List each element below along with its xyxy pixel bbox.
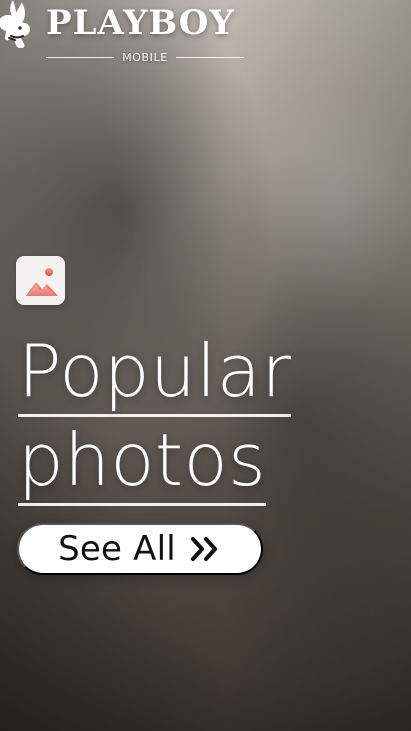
brand-subtitle-right-line bbox=[175, 56, 244, 58]
brand-subtitle: MOBILE bbox=[46, 50, 244, 64]
hero-heading: Popular photos bbox=[18, 328, 348, 506]
section-image-icon-tile bbox=[16, 256, 65, 305]
see-all-button[interactable]: See All bbox=[17, 523, 263, 575]
see-all-label: See All bbox=[58, 529, 176, 569]
double-chevron-right-icon bbox=[188, 535, 222, 563]
brand-subtitle-left-line bbox=[46, 56, 115, 58]
image-gallery-icon bbox=[17, 257, 64, 304]
playboy-bunny-logo-icon bbox=[0, 0, 40, 54]
brand-wordmark: PLAYBOY bbox=[46, 3, 235, 43]
hero-heading-line-2: photos bbox=[18, 417, 267, 506]
app-header: PLAYBOY MOBILE bbox=[0, 0, 411, 70]
brand-subtitle-text: MOBILE bbox=[122, 50, 168, 64]
hero-heading-line-1: Popular bbox=[18, 328, 292, 417]
